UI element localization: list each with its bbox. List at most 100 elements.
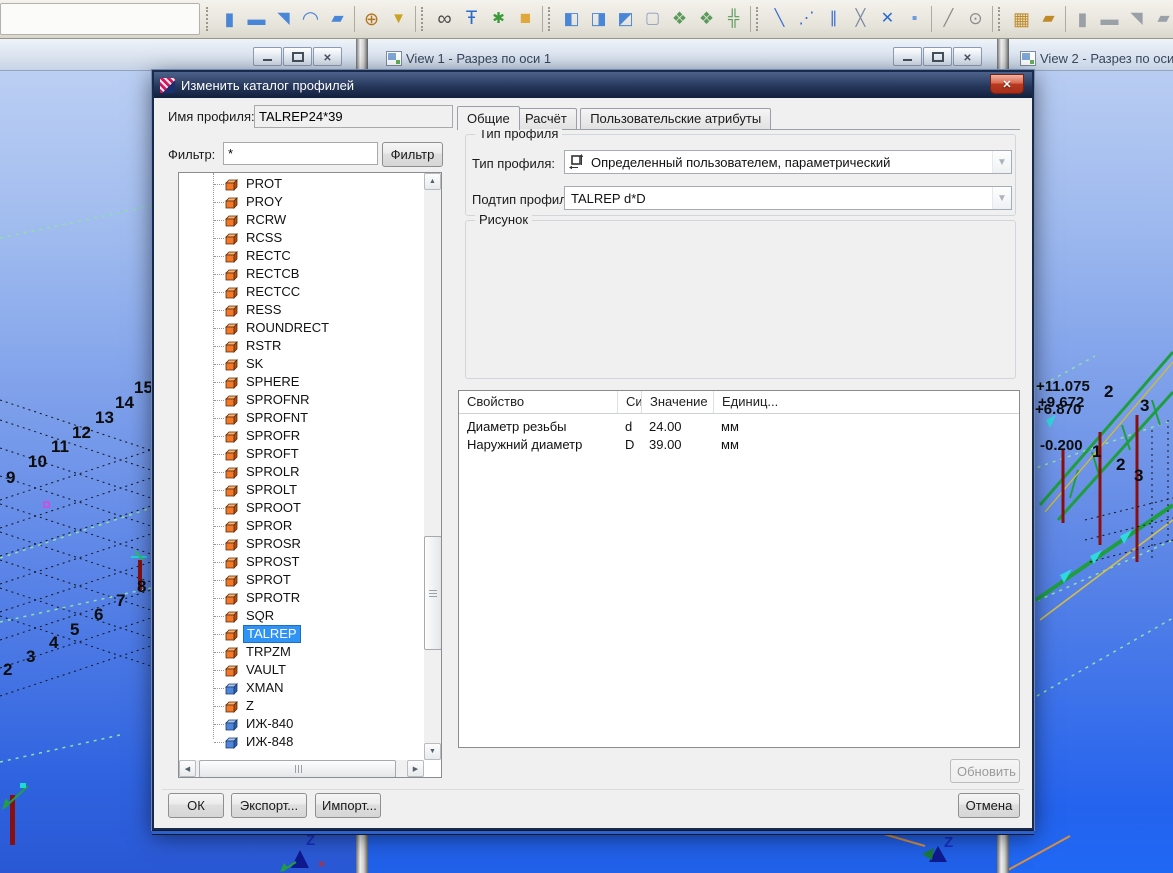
filter-input[interactable] [223, 142, 378, 165]
table-row[interactable]: Диаметр резьбыd24.00мм [459, 418, 1019, 436]
toolbar-drag-handle[interactable] [756, 7, 763, 31]
vertical-scroll-thumb[interactable] [424, 536, 442, 650]
create-polybeam-icon[interactable]: ◥ [270, 5, 297, 33]
part-3d-view-icon[interactable]: ◩ [612, 5, 639, 33]
create-concrete-slab-icon[interactable]: ▰ [1150, 5, 1173, 33]
column-header-3[interactable]: Единиц... [713, 391, 1019, 413]
part-basic-view-icon[interactable]: ◧ [558, 5, 585, 33]
chevron-down-icon[interactable]: ▼ [992, 187, 1011, 209]
column-header-0[interactable]: Свойство [459, 391, 617, 413]
tree-item-sprofnt[interactable]: SPROFNT [179, 409, 424, 427]
create-intersection-point-icon[interactable]: ╳ [847, 5, 874, 33]
tree-item-sprolr[interactable]: SPROLR [179, 463, 424, 481]
create-contour-plate-icon[interactable]: ▰ [324, 5, 351, 33]
tree-item-sprot[interactable]: SPROT [179, 571, 424, 589]
restore-button[interactable] [283, 47, 312, 66]
close-icon[interactable] [953, 47, 982, 66]
tree-item-trpzm[interactable]: TRPZM [179, 643, 424, 661]
tree-item-roundrect[interactable]: ROUNDRECT [179, 319, 424, 337]
table-row[interactable]: Наружний диаметрD39.00мм [459, 436, 1019, 454]
tree-item-rectcb[interactable]: RECTCB [179, 265, 424, 283]
explode-component-icon[interactable]: ╬ [720, 5, 747, 33]
column-header-1[interactable]: Си... [617, 391, 641, 413]
tree-item-z[interactable]: Z [179, 697, 424, 715]
create-strip-footing-icon[interactable]: ▰ [1035, 5, 1062, 33]
tree-item-sproot[interactable]: SPROOT [179, 499, 424, 517]
create-bolt-icon[interactable]: ⊕ [358, 5, 385, 33]
phantom-part-icon[interactable]: ▢ [639, 5, 666, 33]
tab-user-attributes[interactable]: Пользовательские атрибуты [580, 108, 771, 129]
minimize-button[interactable] [893, 47, 922, 66]
tree-item-ress[interactable]: RESS [179, 301, 424, 319]
dialog-title-bar[interactable]: Изменить каталог профилей [154, 72, 1032, 98]
tree-item-prot[interactable]: PROT [179, 175, 424, 193]
create-points-on-line-icon[interactable]: ⋰ [793, 5, 820, 33]
create-corner-point-icon[interactable]: ▪ [901, 5, 928, 33]
scroll-up-icon[interactable]: ▲ [424, 173, 441, 190]
tree-item-sprost[interactable]: SPROST [179, 553, 424, 571]
view1-title[interactable]: View 1 - Разрез по оси 1 [406, 51, 551, 66]
tab-analysis[interactable]: Расчёт [515, 108, 577, 129]
create-projection-point-icon[interactable]: ✕ [874, 5, 901, 33]
tree-item-sprotr[interactable]: SPROTR [179, 589, 424, 607]
profile-subtype-dropdown[interactable]: TALREP d*D ▼ [564, 186, 1012, 210]
export-button[interactable]: Экспорт... [231, 793, 307, 818]
cancel-button[interactable]: Отмена [958, 793, 1020, 818]
minimize-button[interactable] [253, 47, 282, 66]
create-point-line-icon[interactable]: ╲ [766, 5, 793, 33]
part-section-view-icon[interactable]: ◨ [585, 5, 612, 33]
tree-item-sqr[interactable]: SQR [179, 607, 424, 625]
tree-item-xman[interactable]: XMAN [179, 679, 424, 697]
import-button[interactable]: Импорт... [315, 793, 381, 818]
tree-item-rcss[interactable]: RCSS [179, 229, 424, 247]
create-parallel-points-icon[interactable]: ∥ [820, 5, 847, 33]
tree-horizontal-scrollbar[interactable]: ◀ ▶ [179, 760, 424, 777]
create-column-icon[interactable]: ▮ [216, 5, 243, 33]
dialog-close-button[interactable] [990, 74, 1024, 94]
profile-name-field[interactable] [254, 105, 453, 128]
scroll-left-icon[interactable]: ◀ [179, 760, 196, 777]
toolbar-drag-handle[interactable] [998, 7, 1005, 31]
tree-item-sk[interactable]: SK [179, 355, 424, 373]
tree-item-sprofnr[interactable]: SPROFNR [179, 391, 424, 409]
tree-item-talrep[interactable]: TALREP [179, 625, 424, 643]
restore-button[interactable] [923, 47, 952, 66]
update-button[interactable]: Обновить [950, 759, 1020, 783]
tree-item-sproft[interactable]: SPROFT [179, 445, 424, 463]
tree-item-rectcc[interactable]: RECTCC [179, 283, 424, 301]
toolbar-drag-handle[interactable] [206, 7, 213, 31]
create-concrete-polybeam-icon[interactable]: ◥ [1123, 5, 1150, 33]
tree-item-vault[interactable]: VAULT [179, 661, 424, 679]
horizontal-scroll-thumb[interactable] [199, 760, 396, 778]
tab-general[interactable]: Общие [457, 106, 520, 130]
tree-item-spror[interactable]: SPROR [179, 517, 424, 535]
clash-check-icon[interactable]: Ŧ [458, 5, 485, 33]
tree-item-sprosr[interactable]: SPROSR [179, 535, 424, 553]
tree-item-иж-840[interactable]: ИЖ-840 [179, 715, 424, 733]
tree-item-sphere[interactable]: SPHERE [179, 373, 424, 391]
profile-type-dropdown[interactable]: Определенный пользователем, параметричес… [564, 150, 1012, 174]
create-pad-footing-icon[interactable]: ▦ [1008, 5, 1035, 33]
column-header-2[interactable]: Значение [641, 391, 713, 413]
component-edit-icon[interactable]: ❖ [693, 5, 720, 33]
filter-button[interactable]: Фильтр [382, 142, 443, 167]
tree-item-sprolt[interactable]: SPROLT [179, 481, 424, 499]
chevron-down-icon[interactable]: ▼ [992, 151, 1011, 173]
view2-title[interactable]: View 2 - Разрез по оси А [1040, 51, 1173, 66]
toolbar-drag-handle[interactable] [548, 7, 555, 31]
tree-item-proy[interactable]: PROY [179, 193, 424, 211]
create-surface-icon[interactable]: ■ [512, 5, 539, 33]
scroll-right-icon[interactable]: ▶ [407, 760, 424, 777]
tree-vertical-scrollbar[interactable]: ▲ ▼ [424, 173, 441, 760]
tree-item-rectc[interactable]: RECTC [179, 247, 424, 265]
create-weld-icon[interactable]: ▼ [385, 5, 412, 33]
close-icon[interactable] [313, 47, 342, 66]
create-beam-icon[interactable]: ▬ [243, 5, 270, 33]
scroll-down-icon[interactable]: ▼ [424, 743, 441, 760]
create-curved-beam-icon[interactable]: ◠ [297, 5, 324, 33]
tree-item-иж-848[interactable]: ИЖ-848 [179, 733, 424, 751]
toolbar-drag-handle[interactable] [421, 7, 428, 31]
divide-line-icon[interactable]: ╱ [935, 5, 962, 33]
create-circle-point-icon[interactable]: ⊙ [962, 5, 989, 33]
create-concrete-column-icon[interactable]: ▮ [1069, 5, 1096, 33]
